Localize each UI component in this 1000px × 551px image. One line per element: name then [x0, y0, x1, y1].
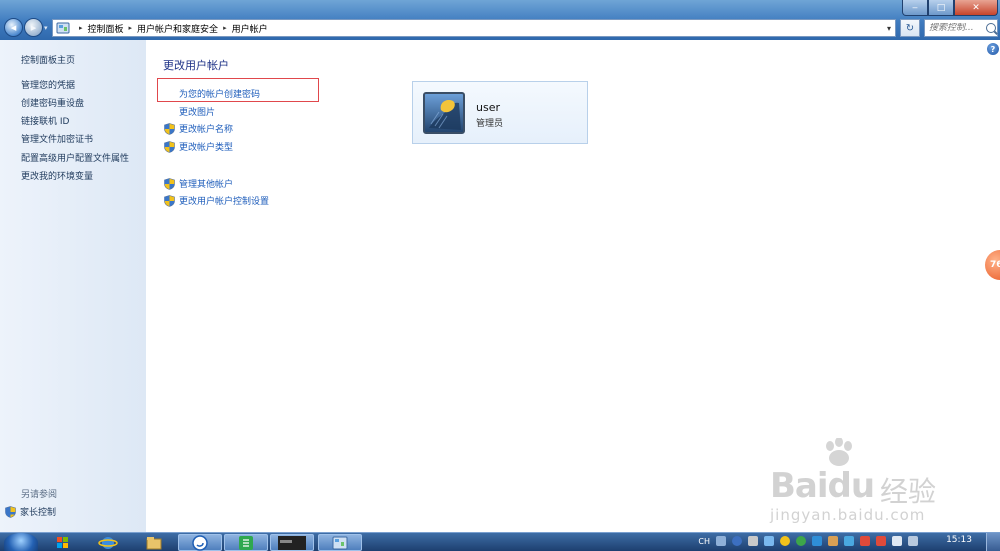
task-label: 管理其他帐户	[179, 180, 234, 190]
uac-shield-icon	[5, 505, 16, 518]
tray-app-icon[interactable]	[812, 536, 822, 546]
paw-print-icon	[826, 438, 852, 466]
uac-shield-icon	[164, 122, 175, 135]
tray-app-icon[interactable]	[860, 536, 870, 546]
user-name: user	[476, 101, 500, 114]
taskbar: CH 15:13	[0, 532, 1000, 551]
sidebar-item-environment-variables[interactable]: 更改我的环境变量	[21, 169, 93, 182]
control-panel-home-link[interactable]: 控制面板主页	[21, 53, 75, 66]
window-controls: ‒ □ ✕	[902, 0, 998, 16]
close-button[interactable]: ✕	[954, 0, 998, 16]
sidebar-item-manage-credentials[interactable]: 管理您的凭据	[21, 78, 75, 91]
tray-app-icon[interactable]	[780, 536, 790, 546]
search-icon[interactable]	[986, 23, 996, 33]
tray-app-icon[interactable]	[748, 536, 758, 546]
change-account-type-link[interactable]: 更改帐户类型	[164, 140, 233, 153]
sidebar-item-create-reset-disk[interactable]: 创建密码重设盘	[21, 96, 84, 109]
breadcrumb-control-panel[interactable]: 控制面板	[88, 22, 124, 35]
user-role: 管理员	[476, 119, 504, 129]
sogou-browser-icon[interactable]	[178, 534, 222, 551]
language-indicator[interactable]: CH	[698, 537, 710, 546]
network-tray-icon[interactable]	[764, 536, 774, 546]
system-tray: CH	[698, 536, 918, 546]
create-password-link[interactable]: 为您的帐户创建密码	[179, 87, 260, 100]
help-tray-icon[interactable]	[732, 536, 742, 546]
sidebar-item-link-online-id[interactable]: 链接联机 ID	[21, 114, 69, 127]
spreadsheet-app-icon[interactable]	[224, 534, 268, 551]
navigation-buttons: ◂ ▸ ▾	[4, 18, 53, 37]
sidebar-item-encryption-certificates[interactable]: 管理文件加密证书	[21, 132, 93, 145]
breadcrumb-user-accounts-family-safety[interactable]: 用户帐户和家庭安全	[137, 22, 218, 35]
see-also-heading: 另请参阅	[21, 490, 58, 500]
parental-control-link[interactable]: 家长控制	[5, 505, 56, 518]
show-desktop-button[interactable]	[986, 533, 1000, 551]
start-button[interactable]	[4, 533, 38, 551]
taskbar-clock[interactable]: 15:13	[946, 535, 972, 545]
main-content: 更改用户帐户 为您的帐户创建密码 更改图片 更改帐户名称 更改帐户类型 管理其他…	[146, 40, 1000, 532]
taskbar-app-icon[interactable]	[40, 534, 84, 551]
breadcrumb-separator-icon[interactable]: ▸	[223, 24, 227, 32]
internet-explorer-icon[interactable]	[86, 534, 130, 551]
left-navigation-pane: 控制面板主页 管理您的凭据 创建密码重设盘 链接联机 ID 管理文件加密证书 配…	[0, 40, 146, 532]
user-account-card: user 管理员	[412, 81, 588, 144]
volume-tray-icon[interactable]	[908, 536, 918, 546]
watermark-url: jingyan.baidu.com	[770, 506, 926, 524]
taskbar-window-thumbnail[interactable]	[270, 534, 314, 551]
change-picture-link[interactable]: 更改图片	[179, 105, 215, 118]
user-avatar[interactable]	[423, 92, 465, 134]
breadcrumb-separator-icon[interactable]: ▸	[79, 24, 83, 32]
change-account-name-link[interactable]: 更改帐户名称	[164, 122, 233, 135]
uac-shield-icon	[164, 194, 175, 207]
breadcrumb-user-accounts[interactable]: 用户帐户	[232, 22, 268, 35]
manage-other-accounts-link[interactable]: 管理其他帐户	[164, 177, 233, 190]
tray-app-icon[interactable]	[828, 536, 838, 546]
minimize-button[interactable]: ‒	[902, 0, 928, 16]
tray-app-icon[interactable]	[876, 536, 886, 546]
keyboard-icon[interactable]	[716, 536, 726, 546]
change-uac-settings-link[interactable]: 更改用户帐户控制设置	[164, 194, 269, 207]
control-panel-taskbar-icon[interactable]	[318, 534, 362, 551]
sidebar-item-advanced-profile-properties[interactable]: 配置高级用户配置文件属性	[21, 151, 129, 164]
tray-app-icon[interactable]	[844, 536, 854, 546]
uac-shield-icon	[164, 177, 175, 190]
page-title: 更改用户帐户	[163, 59, 229, 72]
address-dropdown-icon[interactable]: ▾	[887, 20, 891, 36]
window-titlebar: ‒ □ ✕ ◂ ▸ ▾ ▸ 控制面板 ▸ 用户帐户和家庭安全 ▸ 用户帐户 ▾ …	[0, 0, 1000, 40]
wechat-tray-icon[interactable]	[796, 536, 806, 546]
control-panel-icon	[55, 21, 71, 35]
search-input[interactable]	[929, 23, 985, 33]
refresh-button[interactable]: ↻	[900, 19, 920, 37]
back-button[interactable]: ◂	[4, 18, 23, 37]
task-label: 更改用户帐户控制设置	[179, 197, 270, 207]
address-bar[interactable]: ▸ 控制面板 ▸ 用户帐户和家庭安全 ▸ 用户帐户 ▾	[52, 19, 896, 37]
file-explorer-icon[interactable]	[132, 534, 176, 551]
search-box[interactable]	[924, 19, 998, 37]
forward-button[interactable]: ▸	[24, 18, 43, 37]
baidu-jingyan-watermark: Baidu 经验 jingyan.baidu.com	[770, 438, 980, 530]
uac-shield-icon	[164, 140, 175, 153]
breadcrumb-separator-icon[interactable]: ▸	[129, 24, 133, 32]
watermark-brand: Baidu	[770, 466, 875, 506]
help-icon[interactable]: ?	[987, 43, 999, 55]
flag-tray-icon[interactable]	[892, 536, 902, 546]
parental-control-label: 家长控制	[20, 508, 57, 518]
watermark-product: 经验	[880, 475, 937, 508]
task-label: 更改帐户类型	[179, 143, 234, 153]
maximize-button[interactable]: □	[928, 0, 954, 16]
task-label: 更改帐户名称	[179, 125, 234, 135]
